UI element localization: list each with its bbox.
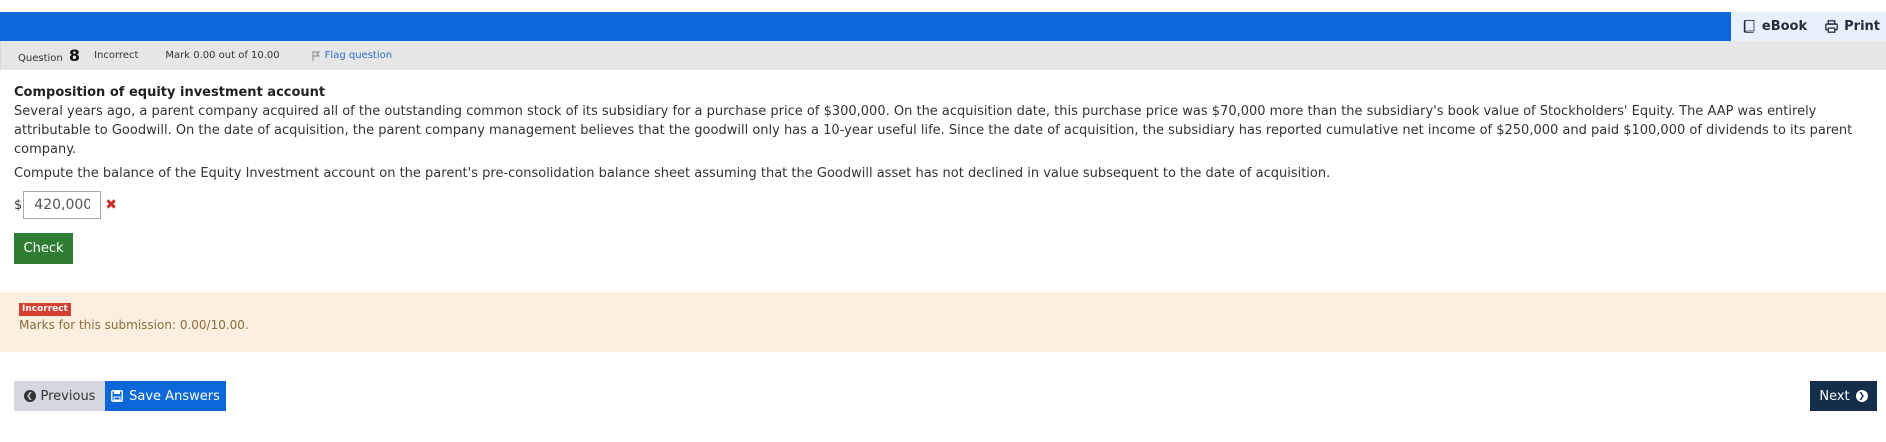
print-label: Print [1844,19,1880,34]
question-number: 8 [68,46,81,65]
question-title: Composition of equity investment account [14,85,326,100]
question-number-label: Question 8 [18,46,80,65]
feedback-panel: Incorrect Marks for this submission: 0.0… [0,292,1886,352]
flag-question-link[interactable]: Flag question [312,50,392,61]
next-button[interactable]: Next ❯ [1810,381,1877,411]
save-answers-button[interactable]: Save Answers [105,381,226,411]
question-mark: Mark 0.00 out of 10.00 [165,50,280,61]
top-strip [0,0,1886,12]
save-icon [111,390,124,402]
book-icon [1743,20,1755,33]
chevron-left-icon: ❮ [23,390,36,402]
previous-button[interactable]: ❮ Previous [14,381,105,411]
question-info-bar: Question 8 Incorrect Mark 0.00 out of 10… [0,41,1886,70]
incorrect-x-icon: ✖ [105,197,118,213]
ebook-label: eBook [1761,19,1808,34]
printer-icon [1825,20,1838,33]
next-label: Next [1819,388,1850,404]
ebook-button[interactable]: eBook [1743,19,1807,34]
incorrect-badge: Incorrect [19,303,71,316]
previous-label: Previous [40,388,96,404]
chevron-right-icon: ❯ [1855,390,1868,402]
print-button[interactable]: Print [1825,19,1880,34]
marks-text: Marks for this submission: 0.00/10.00. [19,318,249,332]
question-prefix: Question [18,53,63,64]
header-tools: eBook Print [1730,12,1886,41]
answer-row: $ ✖ [14,191,117,219]
save-answers-label: Save Answers [129,388,220,404]
flag-question-label: Flag question [324,50,393,61]
question-state: Incorrect [94,50,139,61]
check-button[interactable]: Check [14,233,73,264]
header-bar: eBook Print [0,12,1886,41]
currency-symbol: $ [14,197,23,213]
question-task: Compute the balance of the Equity Invest… [14,166,1331,181]
flag-icon [312,50,320,61]
answer-input[interactable] [23,191,102,219]
question-text: Several years ago, a parent company acqu… [14,104,1853,157]
